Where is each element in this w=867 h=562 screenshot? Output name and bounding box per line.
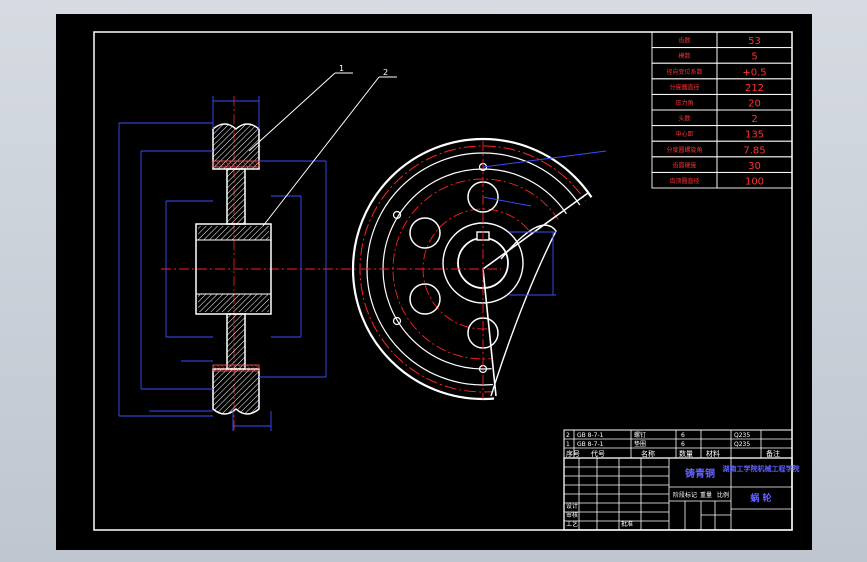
params-label: 中心距 [675,130,693,138]
parts-cell: 6 [681,441,685,448]
viewer-frame: 1 2 齿数 53 模数 5 径向变位系数 +0.5 分度圆直径 212 压力角… [0,0,867,562]
params-label: 模数 [678,52,690,60]
hole-lower-left [409,283,441,315]
params-value: 5 [751,52,757,63]
params-row: 齿面硬度 30 [651,156,793,173]
params-row: 中心距 135 [651,125,793,142]
drawing-canvas: 1 2 齿数 53 模数 5 径向变位系数 +0.5 分度圆直径 212 压力角… [56,14,812,550]
params-value: 53 [748,36,761,47]
parts-header-note: 备注 [766,449,780,458]
rim-bottom [212,368,260,415]
parts-header-qty: 数量 [679,449,693,458]
weight-label: 重量 [700,491,712,499]
parts-cell: 1 [566,441,570,448]
params-label: 齿数 [678,37,690,45]
leader-label-2: 2 [383,68,388,77]
params-label: 齿面硬度 [672,161,696,169]
role-approve: 批准 [621,520,633,528]
drawing-name: 蜗 轮 [750,492,771,504]
front-dimensions [482,150,607,296]
params-value: 2 [751,114,757,125]
front-view [351,137,607,401]
parts-cell: 螺钉 [634,431,646,439]
params-label: 径向变位系数 [666,68,702,76]
params-label: 齿顶圆直径 [669,177,699,185]
params-value: 212 [745,83,764,94]
parts-cell: Q235 [734,432,750,439]
scale-label: 比例 [717,491,729,499]
parts-cell: GB 8-7-1 [577,432,604,439]
role-design: 设计 [566,502,578,510]
leader-label-1: 1 [339,64,344,73]
material-label: 铸青铜 [685,467,715,480]
parts-header-code: 代号 [591,449,605,458]
hole-upper-left [409,217,441,249]
parts-header-mat: 材料 [706,449,720,458]
cad-drawing: 1 2 齿数 53模数 5径向变位系数 +0.5分度圆直径 212压力角 20头… [93,31,800,531]
params-row: 头数 2 [651,109,793,127]
parts-cell: 2 [566,432,570,439]
params-label: 压力角 [675,99,693,107]
params-row: 模数 5 [651,47,793,64]
params-label: 分度圆直径 [669,83,699,91]
web-top [226,168,246,225]
parts-cell: 垫圈 [634,440,646,448]
params-row: 分度圆螺旋角 7.85 [651,140,793,158]
params-table: 齿数 53模数 5径向变位系数 +0.5分度圆直径 212压力角 20头数 2中心距 135分… [651,31,793,189]
parts-header-no: 序号 [566,449,580,458]
params-value: +0.5 [742,67,766,78]
params-row: 径向变位系数 +0.5 [651,62,793,80]
leader-lines [248,72,397,227]
role-process: 工艺 [566,520,578,528]
role-review: 审核 [566,511,578,519]
params-row: 压力角 20 [651,93,793,111]
params-value: 7.85 [743,145,765,156]
params-label: 分度圆螺旋角 [666,146,702,154]
params-row: 齿数 53 [651,31,793,49]
params-label: 头数 [678,115,690,123]
params-row: 齿顶圆直径 100 [651,171,793,189]
web-bottom [226,313,246,370]
parts-header-name: 名称 [641,449,655,458]
params-value: 20 [748,99,761,110]
stage-label: 阶段标记 [673,491,697,499]
title-block: 2 GB 8-7-1 螺钉 6 Q235 1 GB 8-7-1 垫圈 6 Q235 序号 代号 名… [563,429,800,531]
screw-top [212,160,260,168]
parts-cell: GB 8-7-1 [577,441,604,448]
params-value: 135 [745,130,764,141]
screw-bottom [212,364,260,372]
parts-cell: 6 [681,432,685,439]
parts-cell: Q235 [734,441,750,448]
params-row: 分度圆直径 212 [651,78,793,95]
params-value: 100 [745,177,764,188]
params-value: 30 [748,161,761,172]
institution-label: 湖南工学院机械工程学院 [723,464,800,473]
